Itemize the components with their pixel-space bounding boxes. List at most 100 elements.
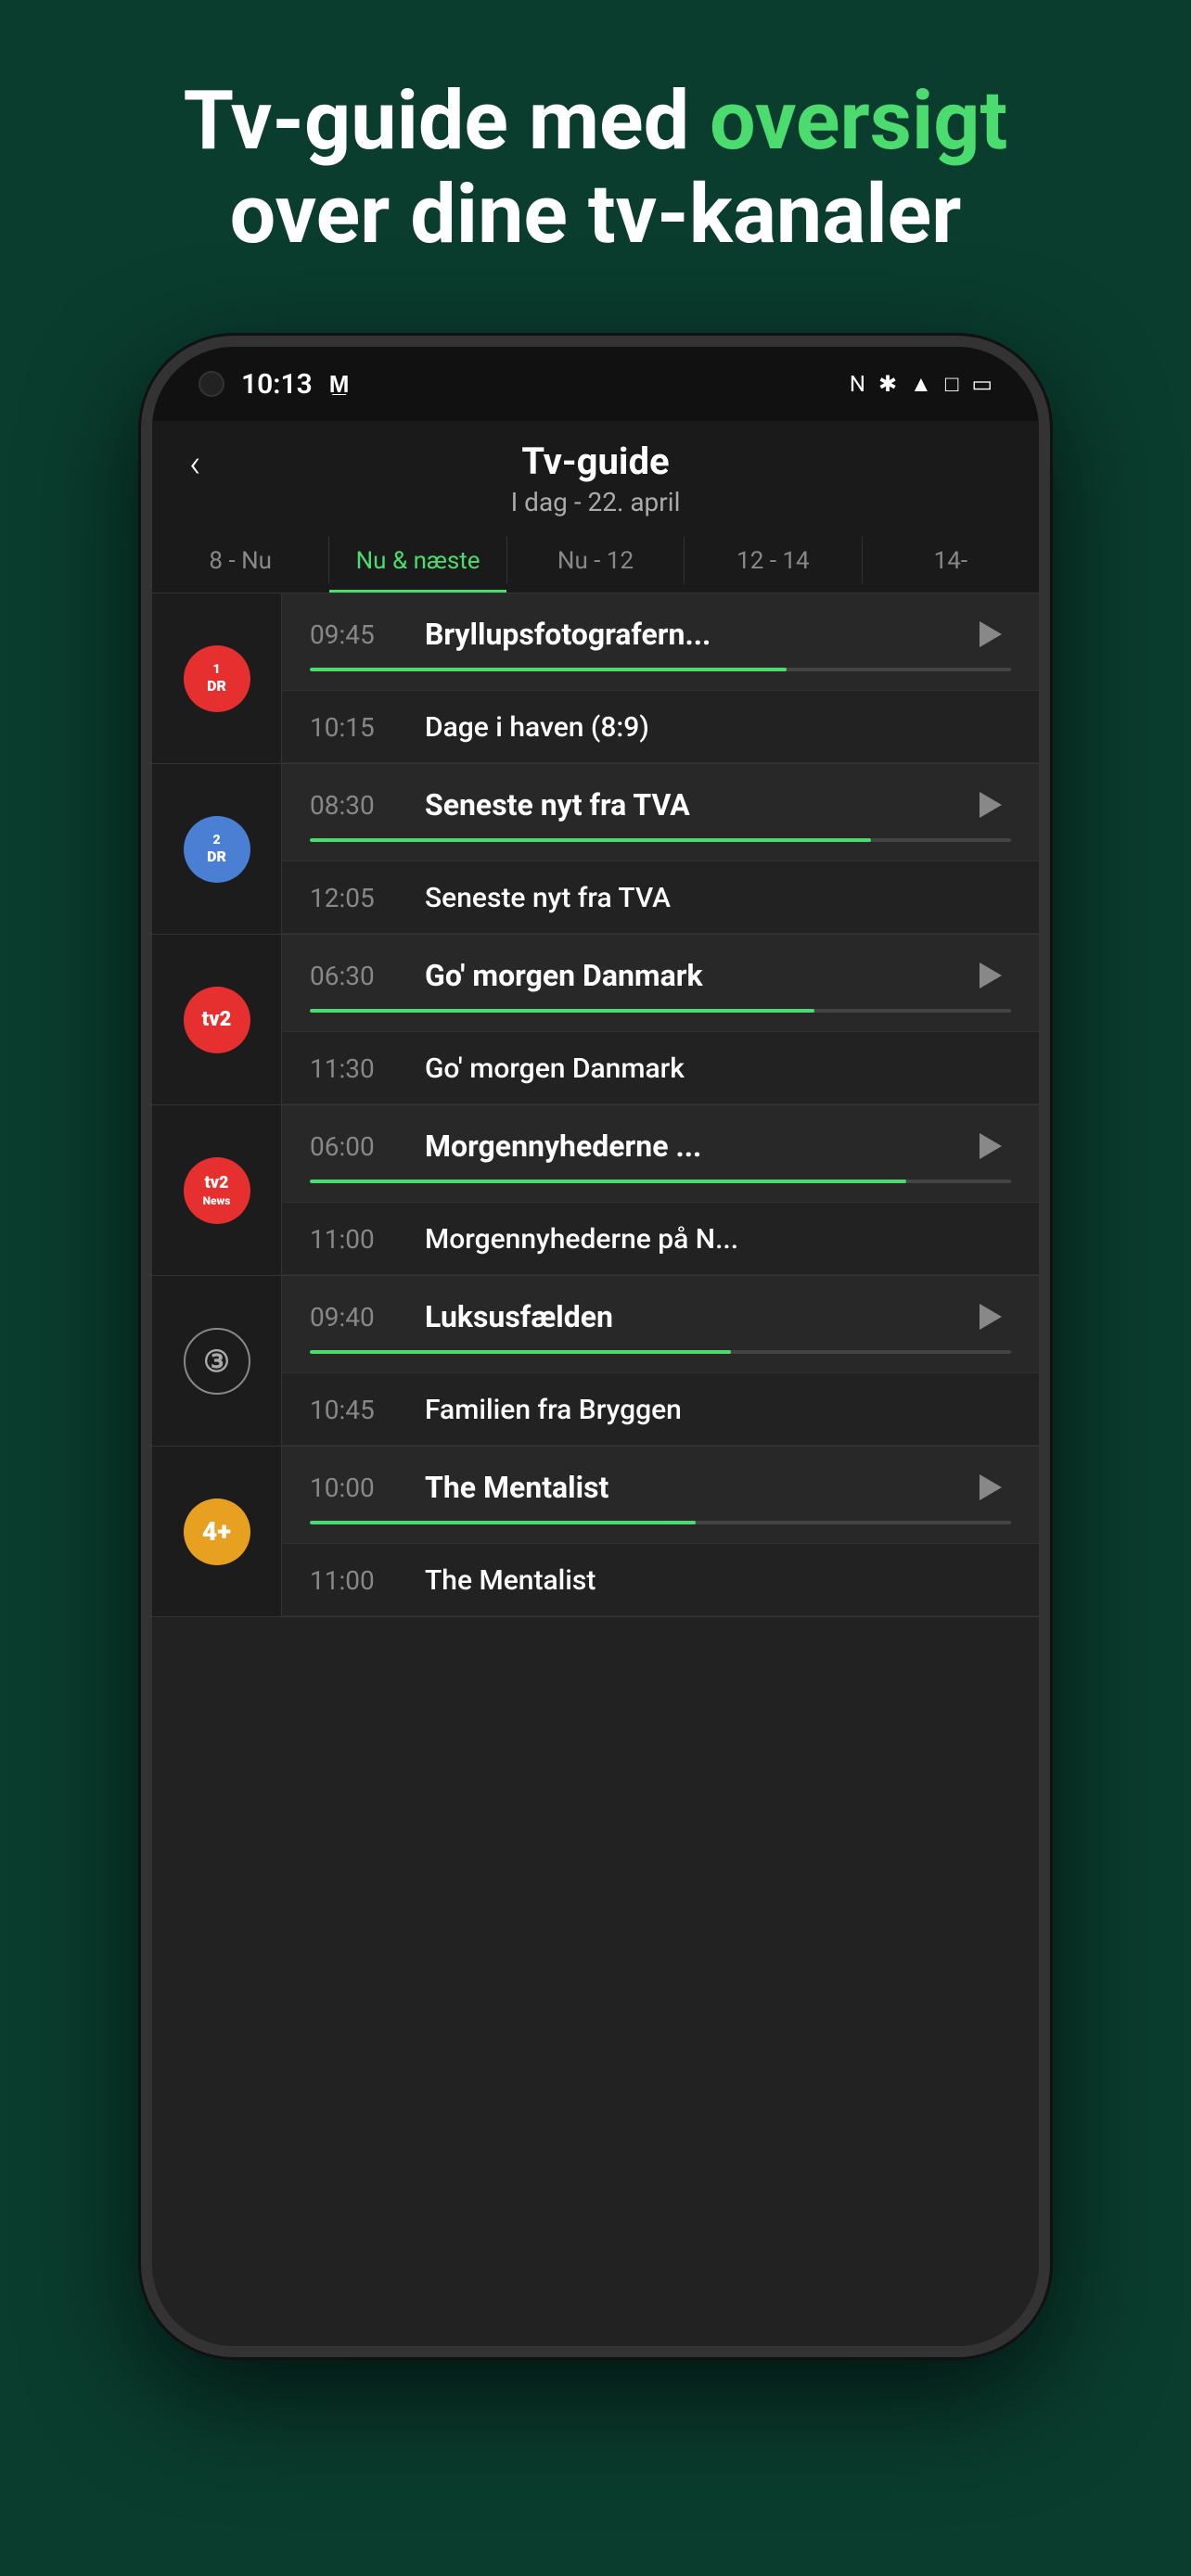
ch3-current-time: 09:40 bbox=[310, 1302, 403, 1333]
logo-tv2: tv2 bbox=[184, 987, 250, 1053]
dr1-next-title: Dage i haven (8:9) bbox=[425, 711, 649, 744]
dr1-program-current[interactable]: 09:45 Bryllupsfotografern... bbox=[282, 593, 1039, 691]
4plus-progress-bar bbox=[310, 1521, 1011, 1524]
tv2news-next-time: 11:00 bbox=[310, 1224, 403, 1255]
status-left: 10:13 M̲ bbox=[198, 368, 349, 401]
dr1-program-next[interactable]: 10:15 Dage i haven (8:9) bbox=[282, 691, 1039, 763]
logo-4plus: 4+ bbox=[184, 1498, 250, 1565]
ch3-next-time: 10:45 bbox=[310, 1395, 403, 1425]
channel-3: ③ 09:40 Luksusfælden bbox=[152, 1276, 1039, 1447]
tv2-current-time: 06:30 bbox=[310, 961, 403, 991]
ch3-programs: 09:40 Luksusfælden bbox=[282, 1276, 1039, 1446]
hero-accent: oversigt bbox=[710, 73, 1007, 169]
mail-icon: M̲ bbox=[329, 370, 350, 399]
4plus-program-next[interactable]: 11:00 The Mentalist bbox=[282, 1544, 1039, 1616]
dr1-progress-fill bbox=[310, 668, 787, 671]
battery-icon: ▭ bbox=[971, 371, 992, 397]
channel-dr2: 2 DR 08:30 Seneste nyt fra TVA bbox=[152, 764, 1039, 935]
signal-icon: □ bbox=[945, 371, 959, 398]
phone-shell: 10:13 M̲ N ✱ ▲ □ ▭ ‹ Tv-guide I dag - 22… bbox=[141, 336, 1050, 2357]
dr1-play-button[interactable] bbox=[970, 614, 1011, 655]
4plus-program-current[interactable]: 10:00 The Mentalist bbox=[282, 1447, 1039, 1544]
channel-logo-dr1: 1 DR bbox=[152, 593, 282, 763]
ch3-progress-fill bbox=[310, 1350, 731, 1354]
play-icon bbox=[980, 1304, 1002, 1330]
tab-14[interactable]: 14- bbox=[863, 527, 1039, 593]
tv2-programs: 06:30 Go' morgen Danmark bbox=[282, 935, 1039, 1104]
hero-section: Tv-guide med oversigt over dine tv-kanal… bbox=[0, 0, 1191, 317]
logo-ch3: ③ bbox=[184, 1328, 250, 1395]
tv2news-progress-fill bbox=[310, 1180, 906, 1183]
dr2-play-button[interactable] bbox=[970, 784, 1011, 825]
dr2-progress-fill bbox=[310, 838, 871, 842]
bluetooth-icon: ✱ bbox=[878, 371, 897, 397]
dr2-current-title: Seneste nyt fra TVA bbox=[425, 787, 690, 823]
dr2-next-time: 12:05 bbox=[310, 883, 403, 913]
logo-dr1: 1 DR bbox=[184, 645, 250, 712]
4plus-current-time: 10:00 bbox=[310, 1473, 403, 1503]
play-icon bbox=[980, 792, 1002, 818]
tv2news-program-next[interactable]: 11:00 Morgennyhederne på N... bbox=[282, 1203, 1039, 1275]
phone-device: 10:13 M̲ N ✱ ▲ □ ▭ ‹ Tv-guide I dag - 22… bbox=[141, 336, 1050, 2357]
hero-line1: Tv-guide med bbox=[184, 73, 689, 169]
dr1-next-time: 10:15 bbox=[310, 712, 403, 743]
tv2news-programs: 06:00 Morgennyhederne ... bbox=[282, 1105, 1039, 1275]
tv2-next-time: 11:30 bbox=[310, 1053, 403, 1084]
tab-8-nu[interactable]: 8 - Nu bbox=[152, 527, 328, 593]
channel-logo-4plus: 4+ bbox=[152, 1447, 282, 1616]
tab-nu-naeste[interactable]: Nu & næste bbox=[329, 527, 506, 593]
ch3-program-next[interactable]: 10:45 Familien fra Bryggen bbox=[282, 1373, 1039, 1446]
tab-12-14[interactable]: 12 - 14 bbox=[685, 527, 861, 593]
wifi-icon: ▲ bbox=[910, 371, 932, 398]
tv2-current-title: Go' morgen Danmark bbox=[425, 958, 703, 993]
4plus-play-button[interactable] bbox=[970, 1467, 1011, 1508]
channel-tv2news: tv2 News 06:00 Morgennyhederne ... bbox=[152, 1105, 1039, 1276]
status-bar: 10:13 M̲ N ✱ ▲ □ ▭ bbox=[152, 347, 1039, 421]
tv2news-progress-bar bbox=[310, 1180, 1011, 1183]
tv2-program-current[interactable]: 06:30 Go' morgen Danmark bbox=[282, 935, 1039, 1032]
dr2-programs: 08:30 Seneste nyt fra TVA bbox=[282, 764, 1039, 934]
dr2-next-title: Seneste nyt fra TVA bbox=[425, 882, 671, 914]
ch3-play-button[interactable] bbox=[970, 1296, 1011, 1337]
ch3-next-title: Familien fra Bryggen bbox=[425, 1394, 682, 1426]
dr2-program-next[interactable]: 12:05 Seneste nyt fra TVA bbox=[282, 861, 1039, 934]
page-title: Tv-guide bbox=[198, 440, 992, 483]
channel-list: 1 DR 09:45 Bryllupsfotografern... bbox=[152, 593, 1039, 2346]
play-icon bbox=[980, 963, 1002, 988]
logo-tv2news: tv2 News bbox=[184, 1157, 250, 1224]
tv2news-program-current[interactable]: 06:00 Morgennyhederne ... bbox=[282, 1105, 1039, 1203]
tv2-play-button[interactable] bbox=[970, 955, 1011, 996]
page-subtitle: I dag - 22. april bbox=[198, 487, 992, 517]
side-button bbox=[1044, 718, 1050, 829]
dr1-progress-bar bbox=[310, 668, 1011, 671]
tv2news-play-button[interactable] bbox=[970, 1126, 1011, 1167]
tv2-next-title: Go' morgen Danmark bbox=[425, 1052, 685, 1085]
dr1-programs: 09:45 Bryllupsfotografern... bbox=[282, 593, 1039, 763]
app-header: ‹ Tv-guide I dag - 22. april bbox=[152, 421, 1039, 527]
hero-line2: over dine tv-kanaler bbox=[230, 167, 962, 262]
hero-title: Tv-guide med oversigt over dine tv-kanal… bbox=[56, 74, 1135, 261]
ch3-progress-bar bbox=[310, 1350, 1011, 1354]
tab-bar: 8 - Nu Nu & næste Nu - 12 12 - 14 14- bbox=[152, 527, 1039, 593]
tv2-program-next[interactable]: 11:30 Go' morgen Danmark bbox=[282, 1032, 1039, 1104]
tab-nu-12[interactable]: Nu - 12 bbox=[507, 527, 684, 593]
status-time: 10:13 bbox=[241, 368, 313, 401]
4plus-next-title: The Mentalist bbox=[425, 1564, 596, 1597]
ch3-program-current[interactable]: 09:40 Luksusfælden bbox=[282, 1276, 1039, 1373]
4plus-current-title: The Mentalist bbox=[425, 1470, 608, 1505]
camera bbox=[198, 371, 224, 397]
channel-tv2: tv2 06:30 Go' morgen Danmark bbox=[152, 935, 1039, 1105]
back-button[interactable]: ‹ bbox=[189, 441, 201, 487]
play-icon bbox=[980, 1133, 1002, 1159]
dr2-program-current[interactable]: 08:30 Seneste nyt fra TVA bbox=[282, 764, 1039, 861]
play-icon bbox=[980, 1474, 1002, 1500]
channel-logo-tv2: tv2 bbox=[152, 935, 282, 1104]
ch3-current-title: Luksusfælden bbox=[425, 1299, 613, 1334]
channel-logo-3: ③ bbox=[152, 1276, 282, 1446]
channel-logo-dr2: 2 DR bbox=[152, 764, 282, 934]
4plus-progress-fill bbox=[310, 1521, 696, 1524]
tv2-progress-fill bbox=[310, 1009, 814, 1013]
channel-logo-tv2news: tv2 News bbox=[152, 1105, 282, 1275]
channel-dr1: 1 DR 09:45 Bryllupsfotografern... bbox=[152, 593, 1039, 764]
dr1-current-title: Bryllupsfotografern... bbox=[425, 617, 711, 652]
